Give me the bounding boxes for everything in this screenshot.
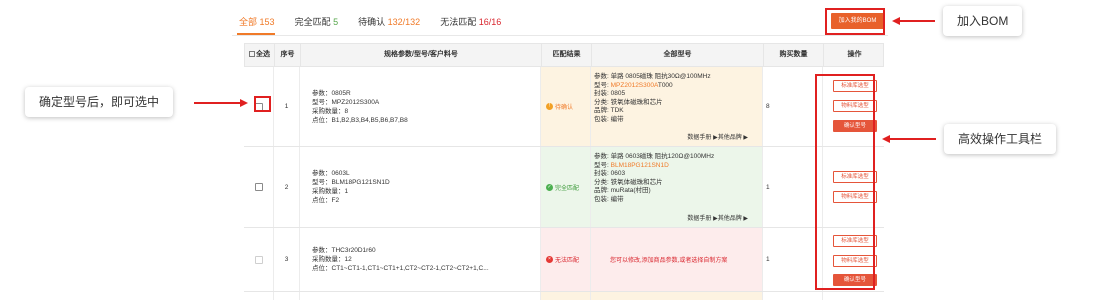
row-checkbox[interactable] xyxy=(255,183,263,191)
model-number-link[interactable]: BLM18PG121SN1D xyxy=(611,162,669,169)
check-icon: ✓ xyxy=(546,183,553,191)
table-row: 1 参数：0805R 型号：MPZ2012S300A 采购数量：8 点位：B1,B2,… xyxy=(244,67,884,147)
row-spec: 参数：0603L 型号：BLM18PG121SN1D 采购数量：1 点位：F2 xyxy=(312,170,390,204)
tabs-divider xyxy=(232,35,888,36)
row-spec: 参数：0805R 型号：MPZ2012S300A 采购数量：8 点位：B1,B2,B3… xyxy=(312,89,408,124)
select-all-checkbox[interactable] xyxy=(249,51,255,57)
toolbar-highlight xyxy=(815,74,875,290)
table-header: 全选 序号 规格参数/型号/客户料号 匹配结果 全部型号 购买数量 操作 xyxy=(244,43,884,67)
checkbox-highlight xyxy=(254,96,271,112)
bom-button-highlight xyxy=(825,8,885,35)
row-model-details: 参数: 单路 0603磁珠 阻抗120Ω@100MHz 型号: BLM18PG1… xyxy=(594,153,715,203)
header-spec: 规格参数/型号/客户料号 xyxy=(301,44,542,66)
row-qty: 1 xyxy=(763,228,823,291)
row-spec: 参数：THC3r20D1r60 采购数量：12 点位：CT1~CT1-1,CT1~C… xyxy=(312,247,489,272)
row-qty: 1 xyxy=(763,147,823,227)
header-ops: 操作 xyxy=(847,51,862,58)
error-icon: × xyxy=(546,256,553,263)
model-number-link[interactable]: MPZ2012S300A xyxy=(611,82,658,89)
tab-unmatched[interactable]: 无法匹配 16/16 xyxy=(440,15,501,29)
tab-pending[interactable]: 待确认 132/132 xyxy=(358,15,420,29)
row-qty: 8 xyxy=(763,67,823,146)
active-tab-indicator xyxy=(237,33,275,35)
callout-toolbar: 高效操作工具栏 xyxy=(944,124,1057,154)
tab-exact-match[interactable]: 完全匹配 5 xyxy=(295,15,339,29)
datasheet-link[interactable]: 数据手册 ▶其他品牌 ▶ xyxy=(687,213,748,222)
tab-all[interactable]: 全部 153 xyxy=(239,15,275,29)
header-qty: 购买数量 xyxy=(764,44,824,66)
header-index: 序号 xyxy=(275,44,301,66)
header-models: 全部型号 xyxy=(592,44,764,66)
row-model-details: 参数: 单路 0805磁珠 阻抗30Ω@100MHz 型号: MPZ2012S3… xyxy=(594,73,711,123)
table-row: 2 参数：0603L 型号：BLM18PG121SN1D 采购数量：1 点位：F2 ✓… xyxy=(244,147,884,228)
row-index: 2 xyxy=(274,147,300,227)
table-row: 3 参数：THC3r20D1r60 采购数量：12 点位：CT1~CT1-1,CT1… xyxy=(244,228,884,292)
callout-checkbox: 确定型号后，即可选中 xyxy=(25,87,174,117)
bom-match-panel: 全部 153 完全匹配 5 待确认 132/132 无法匹配 16/16 加入我… xyxy=(232,0,888,300)
row-checkbox-disabled[interactable] xyxy=(255,255,263,264)
status-badge-unmatched: × 无法匹配 xyxy=(541,255,579,264)
row-index: 3 xyxy=(274,228,300,291)
header-select-all[interactable]: 全选 xyxy=(245,44,275,66)
filter-tabs: 全部 153 完全匹配 5 待确认 132/132 无法匹配 16/16 xyxy=(239,15,521,29)
status-badge-pending: ! 待确认 xyxy=(541,102,573,111)
table-row-partial xyxy=(244,292,884,300)
warning-icon: ! xyxy=(546,103,553,110)
status-badge-matched: ✓ 完全匹配 xyxy=(546,183,580,192)
unmatched-hint[interactable]: 您可以修改,添加商品参数,或者选择自制方案 xyxy=(591,255,727,264)
row-index: 1 xyxy=(274,67,300,146)
callout-bom: 加入BOM xyxy=(943,6,1023,36)
header-match: 匹配结果 xyxy=(542,44,592,66)
datasheet-link[interactable]: 数据手册 ▶其他品牌 ▶ xyxy=(687,132,748,141)
